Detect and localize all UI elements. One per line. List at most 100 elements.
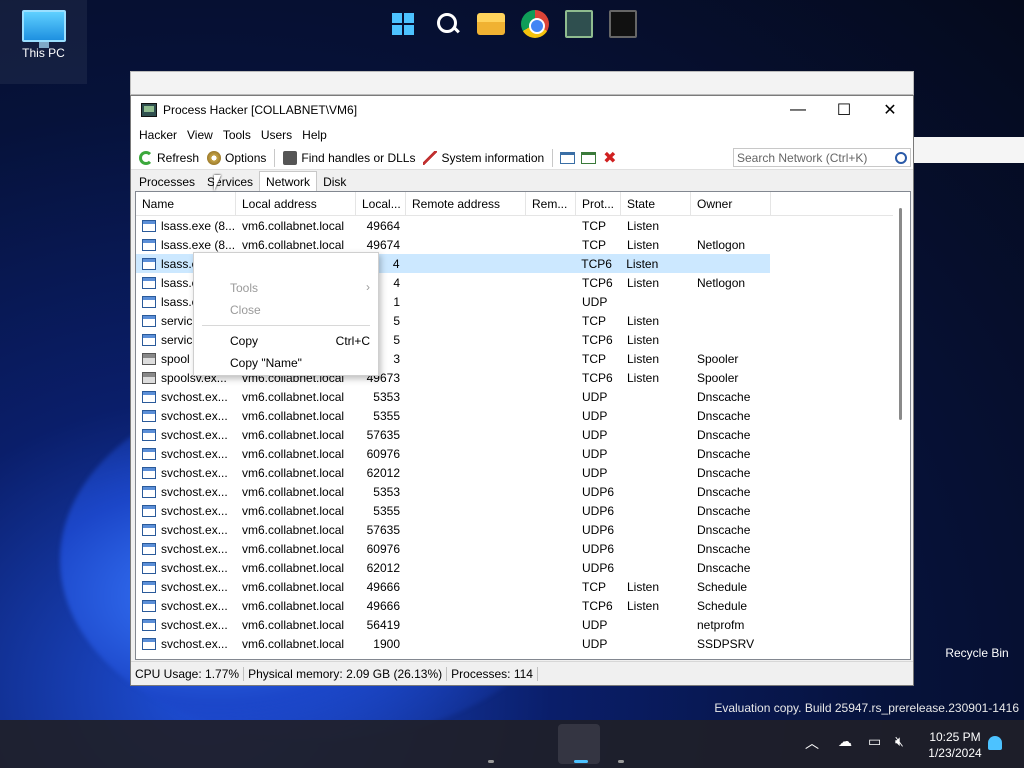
terminate-icon[interactable]: ✖ <box>603 148 616 168</box>
cell-local: vm6.collabnet.local <box>242 218 345 233</box>
cell-proto: UDP <box>582 408 608 423</box>
table-row[interactable]: svchost.ex... vm6.collabnet.local 5355 UDP D… <box>136 406 910 425</box>
table-row[interactable]: svchost.ex... vm6.collabnet.local 60976 UDP… <box>136 444 910 463</box>
clock-time: 10:25 PM <box>929 730 981 744</box>
cell-local: vm6.collabnet.local <box>242 598 345 613</box>
menu-users[interactable]: Users <box>256 128 297 142</box>
tab-services[interactable]: Services <box>201 172 259 192</box>
tray-chevron-icon[interactable]: ︿ <box>805 733 819 753</box>
onedrive-icon[interactable]: ☁ <box>838 733 852 750</box>
column-header-protocol[interactable]: Prot... <box>576 192 621 215</box>
cell-name: svchost.ex... <box>136 466 236 480</box>
table-row[interactable]: svchost.ex... vm6.collabnet.local 56419 UDP… <box>136 615 910 634</box>
taskbar-search-icon[interactable] <box>433 10 461 38</box>
column-header-local-port[interactable]: Local... <box>356 192 406 215</box>
system-information-button[interactable]: System information <box>419 147 548 169</box>
minimize-button[interactable]: — <box>775 96 821 124</box>
column-header-remote-address[interactable]: Remote address <box>406 192 526 215</box>
cell-owner: Schedule <box>697 598 748 613</box>
file-explorer-icon[interactable] <box>477 13 505 35</box>
active-indicator <box>574 760 588 763</box>
refresh-button[interactable]: Refresh <box>135 147 203 169</box>
status-bar: CPU Usage: 1.77% Physical memory: 2.09 G… <box>131 661 913 685</box>
context-menu-close[interactable]: Close <box>230 303 261 317</box>
cell-name-text: servic <box>161 313 193 328</box>
copy-shortcut: Ctrl+C <box>335 334 370 348</box>
process-icon <box>142 599 156 612</box>
window-icon[interactable] <box>560 151 576 164</box>
table-row[interactable]: svchost.ex... vm6.collabnet.local 1900 UDP S… <box>136 634 910 653</box>
table-row[interactable]: svchost.ex... vm6.collabnet.local 62012 UDP… <box>136 463 910 482</box>
options-button[interactable]: Options <box>203 147 270 169</box>
menu-hacker[interactable]: Hacker <box>134 128 182 142</box>
search-network-input[interactable]: Search Network (Ctrl+K) <box>733 148 911 167</box>
table-row[interactable]: svchost.ex... vm6.collabnet.local 57635 UDP… <box>136 425 910 444</box>
cell-name: lsass.exe (8... <box>136 219 236 233</box>
cell-owner: Dnscache <box>697 522 751 537</box>
tab-disk[interactable]: Disk <box>317 172 352 192</box>
toolbar-separator <box>552 148 554 167</box>
cell-proto: UDP <box>582 389 608 404</box>
evaluation-watermark: Evaluation copy. Build 25947.rs_prerelea… <box>714 701 1019 715</box>
process-hacker-taskbar-icon[interactable] <box>565 10 593 38</box>
cell-name-text: svchost.ex... <box>161 598 228 613</box>
menu-help[interactable]: Help <box>297 128 332 142</box>
window-go-icon[interactable] <box>581 151 597 164</box>
column-header-remote-port[interactable]: Rem... <box>526 192 576 215</box>
desktop-icon-recycle-bin[interactable]: Recycle Bin <box>940 646 1014 660</box>
context-menu-copy[interactable]: Copy <box>230 334 258 348</box>
cell-owner: Dnscache <box>697 408 751 423</box>
table-row[interactable]: svchost.ex... vm6.collabnet.local 5353 UDP6… <box>136 482 910 501</box>
search-icon[interactable] <box>895 151 907 164</box>
maximize-button[interactable]: ☐ <box>821 96 867 124</box>
start-button[interactable] <box>389 10 417 38</box>
table-row[interactable]: svchost.ex... vm6.collabnet.local 49666 TCP… <box>136 596 910 615</box>
find-handles-label: Find handles or DLLs <box>301 150 416 165</box>
taskbar-clock[interactable]: 10:25 PM 1/23/2024 <box>920 729 990 761</box>
title-bar[interactable]: Process Hacker [COLLABNET\VM6] — ☐ ✕ <box>131 96 913 124</box>
cell-local: vm6.collabnet.local <box>242 636 345 651</box>
table-row[interactable]: svchost.ex... vm6.collabnet.local 5353 UDP D… <box>136 387 910 406</box>
context-menu-copy-name[interactable]: Copy "Name" <box>230 356 302 370</box>
network-icon[interactable]: ▭ <box>868 733 881 750</box>
process-icon <box>142 447 156 460</box>
menu-tools[interactable]: Tools <box>218 128 256 142</box>
process-icon <box>142 238 156 251</box>
table-row[interactable]: svchost.ex... vm6.collabnet.local 57635 UDP… <box>136 520 910 539</box>
volume-icon[interactable]: 🔇︎ <box>895 733 904 750</box>
find-handles-button[interactable]: Find handles or DLLs <box>279 147 419 169</box>
cell-state: Listen <box>627 351 660 366</box>
column-header-owner[interactable]: Owner <box>691 192 771 215</box>
chrome-icon[interactable] <box>521 10 549 38</box>
table-row[interactable]: lsass.exe (8... vm6.collabnet.local 49664 T… <box>136 216 910 235</box>
cpu-usage-status: CPU Usage: 1.77% <box>131 666 245 681</box>
cell-local: vm6.collabnet.local <box>242 408 345 423</box>
menu-view[interactable]: View <box>182 128 218 142</box>
background-window[interactable] <box>130 71 914 95</box>
tab-processes[interactable]: Processes <box>133 172 201 192</box>
context-menu-tools[interactable]: Tools <box>230 281 258 295</box>
column-header-name[interactable]: Name <box>136 192 236 215</box>
scrollbar-thumb[interactable] <box>899 208 902 420</box>
table-row[interactable]: svchost.ex... vm6.collabnet.local 60976 UDP… <box>136 539 910 558</box>
close-button[interactable]: ✕ <box>867 96 913 124</box>
command-prompt-icon[interactable] <box>609 10 637 38</box>
desktop-icon-this-pc[interactable]: This PC <box>0 0 87 84</box>
column-header-state[interactable]: State <box>621 192 691 215</box>
process-icon <box>142 485 156 498</box>
vertical-scrollbar[interactable] <box>893 192 910 659</box>
cell-name-text: svchost.ex... <box>161 560 228 575</box>
gear-icon <box>207 150 222 165</box>
cell-owner: Dnscache <box>697 560 751 575</box>
menu-bar: Hacker View Tools Users Help <box>131 124 913 146</box>
tab-network[interactable]: Network <box>259 171 318 192</box>
cell-name-text: svchost.ex... <box>161 484 228 499</box>
background-window-edge[interactable] <box>914 137 1024 163</box>
table-row[interactable]: svchost.ex... vm6.collabnet.local 5355 UDP6… <box>136 501 910 520</box>
notification-bell-icon[interactable] <box>988 736 1002 750</box>
table-row[interactable]: svchost.ex... vm6.collabnet.local 62012 UDP… <box>136 558 910 577</box>
cell-proto: UDP <box>582 294 608 309</box>
toolbar-separator <box>274 148 276 167</box>
table-row[interactable]: svchost.ex... vm6.collabnet.local 49666 TCP… <box>136 577 910 596</box>
column-header-local-address[interactable]: Local address <box>236 192 356 215</box>
